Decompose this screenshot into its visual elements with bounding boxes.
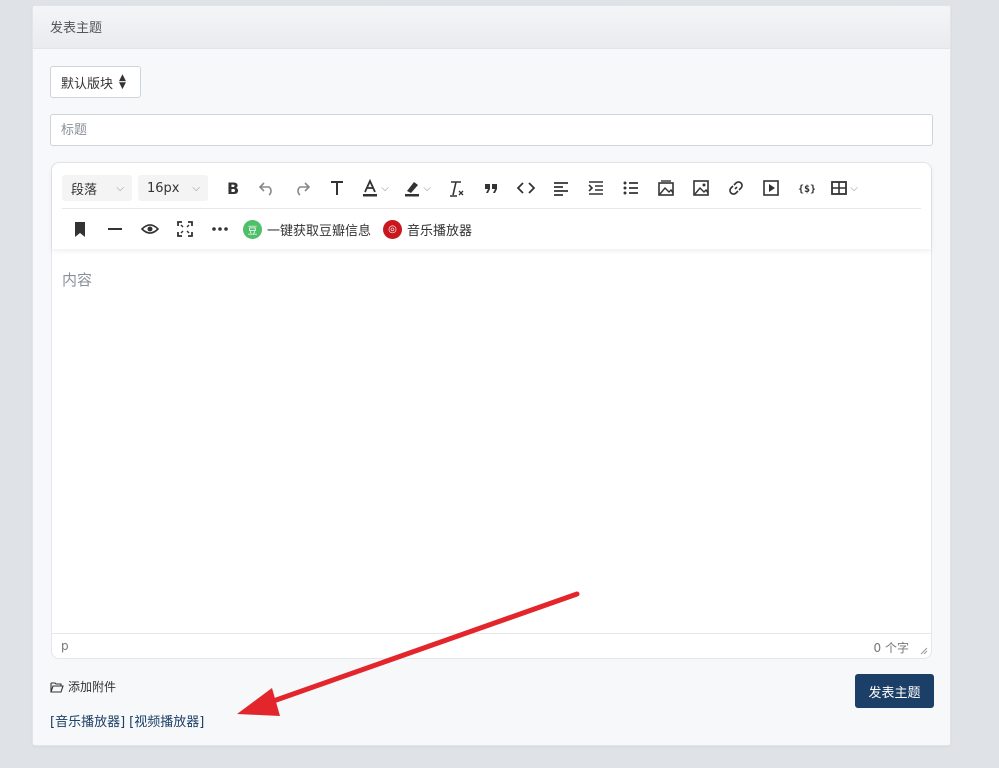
bold-icon: B xyxy=(227,179,239,197)
video-icon xyxy=(762,180,779,196)
chevron-down-icon: ⌵ xyxy=(850,182,858,194)
submit-topic-button[interactable]: 发表主题 xyxy=(855,674,934,708)
bullet-list-button[interactable] xyxy=(613,173,648,203)
music-disc-icon: ◎ xyxy=(383,219,403,239)
image-library-button[interactable] xyxy=(648,173,683,203)
text-style-button[interactable] xyxy=(319,173,354,203)
font-color-button[interactable]: ⌵ xyxy=(354,173,396,203)
redo-icon xyxy=(296,182,310,196)
align-button[interactable] xyxy=(543,173,578,203)
insert-link-button[interactable] xyxy=(718,173,753,203)
link-icon xyxy=(728,181,743,195)
insert-table-button[interactable]: ⌵ xyxy=(823,173,865,203)
toolbar-row-1: 段落 ⌵ 16px ⌵ B ⌵ ⌵ {$} ⌵ xyxy=(62,168,921,209)
code-button[interactable] xyxy=(508,173,543,203)
indent-icon xyxy=(587,181,603,195)
divider-button[interactable] xyxy=(97,214,132,244)
resize-handle-icon[interactable] xyxy=(918,645,928,655)
video-player-link[interactable]: [视频播放器] xyxy=(129,711,204,730)
highlighter-icon xyxy=(405,182,420,197)
rich-text-editor: 段落 ⌵ 16px ⌵ B ⌵ ⌵ {$} ⌵ 豆 一键获取豆瓣信息 ◎ 音乐播… xyxy=(51,162,932,659)
quote-button[interactable] xyxy=(473,173,508,203)
font-size-select-value: 16px xyxy=(147,180,180,196)
clear-format-icon xyxy=(449,181,463,197)
insert-image-button[interactable] xyxy=(683,173,718,203)
align-left-icon xyxy=(553,182,568,196)
font-size-select[interactable]: 16px ⌵ xyxy=(138,175,208,201)
title-input[interactable] xyxy=(50,114,933,146)
table-icon xyxy=(831,181,848,195)
board-select-value: 默认版块 xyxy=(61,76,114,92)
svg-text:{$}: {$} xyxy=(798,184,815,195)
horizontal-rule-icon xyxy=(107,228,122,230)
paragraph-select[interactable]: 段落 ⌵ xyxy=(62,175,132,201)
card-header: 发表主题 xyxy=(33,6,950,49)
clear-format-button[interactable] xyxy=(438,173,473,203)
douban-icon: 豆 xyxy=(243,219,262,239)
add-attachment-link[interactable]: 添加附件 xyxy=(50,678,116,695)
bookmark-icon xyxy=(74,222,85,237)
music-player-link[interactable]: [音乐播放器] xyxy=(50,711,125,730)
chevron-down-icon: ⌵ xyxy=(192,182,200,194)
eye-icon xyxy=(140,224,159,234)
code-block-button[interactable]: {$} xyxy=(788,173,823,203)
content-placeholder: 内容 xyxy=(62,271,93,289)
sort-caret-icon: ▲ ▼ xyxy=(119,73,126,91)
image-library-icon xyxy=(657,180,674,196)
douban-info-label: 一键获取豆瓣信息 xyxy=(267,223,372,239)
code-icon xyxy=(516,182,535,194)
text-icon xyxy=(330,181,343,195)
douban-info-button[interactable]: 豆 一键获取豆瓣信息 xyxy=(243,219,372,239)
chevron-down-icon: ⌵ xyxy=(423,182,431,194)
music-player-button[interactable]: ◎ 音乐播放器 xyxy=(383,219,473,239)
chevron-down-icon: ⌵ xyxy=(116,182,124,194)
preview-button[interactable] xyxy=(132,214,167,244)
more-button[interactable] xyxy=(202,214,237,244)
code-block-icon: {$} xyxy=(798,184,815,195)
indent-button[interactable] xyxy=(578,173,613,203)
more-icon xyxy=(211,227,228,231)
music-player-label: 音乐播放器 xyxy=(407,223,473,239)
editor-toolbar: 段落 ⌵ 16px ⌵ B ⌵ ⌵ {$} ⌵ 豆 一键获取豆瓣信息 ◎ 音乐播… xyxy=(52,163,931,249)
highlight-button[interactable]: ⌵ xyxy=(396,173,438,203)
element-path: p xyxy=(61,639,69,653)
player-links: [音乐播放器] [视频播放器] xyxy=(50,711,204,730)
fullscreen-button[interactable] xyxy=(167,214,202,244)
word-count: 0 个字 xyxy=(873,641,909,655)
redo-button[interactable] xyxy=(284,173,319,203)
svg-text:B: B xyxy=(227,179,239,197)
bookmark-button[interactable] xyxy=(62,214,97,244)
editor-statusbar: p 0 个字 xyxy=(52,633,931,658)
font-color-icon xyxy=(363,179,378,197)
bold-button[interactable]: B xyxy=(214,173,249,203)
chevron-down-icon: ⌵ xyxy=(381,182,389,194)
board-select[interactable]: 默认版块 ▲ ▼ xyxy=(50,66,141,98)
bullet-list-icon xyxy=(623,181,638,195)
card-title: 发表主题 xyxy=(50,21,103,36)
undo-icon xyxy=(258,182,272,196)
toolbar-row-2: 豆 一键获取豆瓣信息 ◎ 音乐播放器 xyxy=(62,209,921,249)
image-icon xyxy=(692,180,709,196)
quote-icon xyxy=(484,184,497,193)
post-topic-card: 发表主题 默认版块 ▲▼ 段落 ⌵ 16px ⌵ B xyxy=(32,5,951,746)
add-attachment-label: 添加附件 xyxy=(68,680,117,694)
fullscreen-icon xyxy=(176,221,193,237)
insert-video-button[interactable] xyxy=(753,173,788,203)
paragraph-select-value: 段落 xyxy=(71,182,98,198)
folder-open-icon xyxy=(50,681,64,693)
content-area[interactable]: 内容 xyxy=(52,249,931,634)
undo-button[interactable] xyxy=(249,173,284,203)
